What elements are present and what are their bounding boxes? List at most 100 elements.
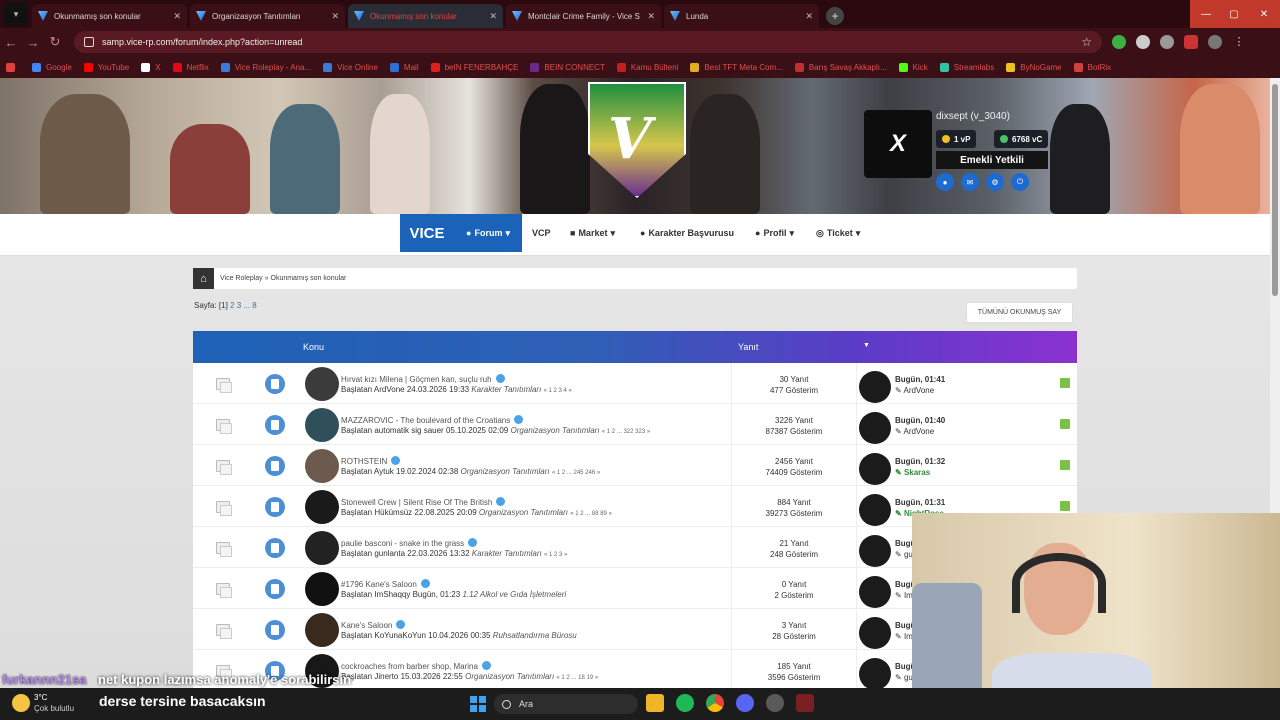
bookmark-star-icon[interactable]: ☆	[1081, 35, 1092, 49]
user-avatar[interactable]: X	[864, 110, 932, 178]
topic-title[interactable]: cockroaches from barber shop, Marina	[341, 661, 491, 671]
bookmark[interactable]: Vice Online	[323, 62, 378, 72]
topic-title[interactable]: #1796 Kane's Saloon	[341, 579, 430, 589]
site-info-icon[interactable]	[84, 37, 94, 47]
logout-power-icon[interactable]: ⏻	[1011, 173, 1029, 191]
bookmark[interactable]: Kick	[898, 62, 928, 72]
topic-author-avatar[interactable]	[305, 613, 339, 647]
mark-all-read-button[interactable]: TÜMÜNÜ OKUNMUŞ SAY	[966, 302, 1073, 323]
bookmark[interactable]: BEIN CONNECT	[530, 62, 605, 72]
topic-author-avatar[interactable]	[305, 367, 339, 401]
topic-author-avatar[interactable]	[305, 490, 339, 524]
topic-pages[interactable]: « 1 2 ... 18 19 »	[556, 675, 598, 681]
chrome-icon[interactable]	[706, 694, 724, 712]
topic-category[interactable]: Karakter Tanıtımları	[471, 385, 541, 394]
topic-category[interactable]: 1.12 Alkol ve Gıda İşletmeleri	[462, 590, 566, 599]
spotify-icon[interactable]	[676, 694, 694, 712]
notification-bell-icon[interactable]: ●	[936, 173, 954, 191]
topic-title[interactable]: ROTHSTEIN	[341, 456, 401, 466]
extension-icon[interactable]	[1160, 35, 1174, 49]
browser-tab[interactable]: Okunmamış son konular ✕	[32, 4, 187, 28]
tab-close-icon[interactable]: ✕	[489, 11, 497, 22]
topic-pages[interactable]: « 1 2 3 4 »	[544, 388, 572, 394]
topic-author-avatar[interactable]	[305, 572, 339, 606]
topic-category[interactable]: Ruhsatlandırma Bürosu	[493, 631, 577, 640]
bookmark[interactable]: Streamlabs	[939, 62, 994, 72]
nav-market[interactable]: ■ Market ▾	[570, 214, 615, 252]
bookmark[interactable]: Netflix	[172, 62, 209, 72]
profile-avatar[interactable]	[1208, 35, 1222, 49]
topic-title[interactable]: Hırvat kızı Milena | Göçmen kan, suçlu r…	[341, 374, 505, 384]
scrollbar-thumb[interactable]	[1272, 84, 1278, 296]
bookmark[interactable]: Mail	[389, 62, 419, 72]
bookmark[interactable]: Google	[32, 62, 72, 72]
column-replies[interactable]: Yanıt	[738, 342, 758, 352]
vice-logo[interactable]: VICE	[400, 214, 454, 252]
topic-row[interactable]: Hırvat kızı Milena | Göçmen kan, suçlu r…	[193, 363, 1077, 404]
windows-start-icon[interactable]	[470, 696, 486, 712]
tab-close-icon[interactable]: ✕	[331, 11, 339, 22]
taskbar-search[interactable]: Ara	[494, 694, 638, 714]
nav-profil[interactable]: ● Profil ▾	[755, 214, 794, 252]
last-poster[interactable]: ✎ ArdVone	[895, 385, 945, 396]
bookmark[interactable]: ByNoGame	[1006, 62, 1062, 72]
settings-gear-icon[interactable]: ⚙	[986, 173, 1004, 191]
topic-category[interactable]: Karakter Tanıtımları	[472, 549, 542, 558]
column-topic[interactable]: Konu	[303, 342, 324, 352]
extension-icon[interactable]	[1184, 35, 1198, 49]
topic-title[interactable]: MAZZAROVIC - The boulevard of the Croati…	[341, 415, 524, 425]
topic-pages[interactable]: « 1 2 ... 322 323 »	[602, 429, 650, 435]
bookmark[interactable]: Best TFT Meta Com...	[690, 62, 783, 72]
nav-karakter-basvurusu[interactable]: ● Karakter Başvurusu	[640, 214, 734, 252]
topic-title[interactable]: Stonewell Crew | Silent Rise Of The Brit…	[341, 497, 506, 507]
last-poster-avatar[interactable]	[859, 535, 891, 567]
browser-tab[interactable]: Montclair Crime Family - Vice S ✕	[506, 4, 661, 28]
discord-icon[interactable]	[736, 694, 754, 712]
topic-title[interactable]: paulie basconi - snake in the grass	[341, 538, 478, 548]
topic-category[interactable]: Organizasyon Tanıtımları	[510, 426, 599, 435]
browser-tab[interactable]: Organizasyon Tanıtımları ✕	[190, 4, 345, 28]
tab-close-icon[interactable]: ✕	[805, 11, 813, 22]
browser-tab[interactable]: Lunda ✕	[664, 4, 819, 28]
tab-close-icon[interactable]: ✕	[173, 11, 181, 22]
last-poster-avatar[interactable]	[859, 658, 891, 688]
last-poster-avatar[interactable]	[859, 371, 891, 403]
topic-category[interactable]: Organizasyon Tanıtımları	[465, 672, 554, 681]
topic-pages[interactable]: « 1 2 ... 245 246 »	[552, 470, 600, 476]
username[interactable]: dixsept (v_3040)	[936, 111, 1010, 122]
topic-author-avatar[interactable]	[305, 408, 339, 442]
tab-search-icon[interactable]: ▾	[4, 2, 28, 26]
bookmark[interactable]: Kamu Bülteni	[616, 62, 678, 72]
close-window-icon[interactable]: ✕	[1248, 0, 1280, 28]
tab-close-icon[interactable]: ✕	[647, 11, 655, 22]
topic-row[interactable]: MAZZAROVIC - The boulevard of the Croati…	[193, 404, 1077, 445]
topic-pages[interactable]: « 1 2 3 »	[544, 552, 567, 558]
bookmark[interactable]: Barış Savaş Akkaplı...	[794, 62, 887, 72]
last-poster-avatar[interactable]	[859, 494, 891, 526]
home-icon[interactable]: ⌂	[193, 268, 214, 289]
weather-cloud-icon[interactable]	[12, 694, 30, 712]
topic-author-avatar[interactable]	[305, 449, 339, 483]
bookmark[interactable]: beIN FENERBAHÇE	[430, 62, 518, 72]
nav-ticket[interactable]: ◎ Ticket ▾	[816, 214, 860, 252]
apps-icon[interactable]	[6, 62, 20, 72]
topic-category[interactable]: Organizasyon Tanıtımları	[461, 467, 550, 476]
menu-icon[interactable]: ⋮	[1232, 35, 1246, 49]
last-poster-avatar[interactable]	[859, 412, 891, 444]
maximize-icon[interactable]: ▢	[1218, 0, 1250, 28]
page-links[interactable]: 2 3 ... 8	[230, 301, 257, 310]
breadcrumb-root[interactable]: Vice Roleplay	[220, 275, 263, 282]
go-to-last-post-icon[interactable]	[1060, 378, 1070, 388]
last-poster-avatar[interactable]	[859, 617, 891, 649]
go-to-last-post-icon[interactable]	[1060, 419, 1070, 429]
back-icon[interactable]: ←	[0, 31, 22, 53]
last-poster-avatar[interactable]	[859, 453, 891, 485]
messages-envelope-icon[interactable]: ✉	[961, 173, 979, 191]
extension-icon[interactable]	[1136, 35, 1150, 49]
nav-forum[interactable]: ● Forum ▾	[454, 214, 522, 252]
bookmark[interactable]: X	[141, 62, 161, 72]
topic-title[interactable]: Kane's Saloon	[341, 620, 406, 630]
topic-category[interactable]: Organizasyon Tanıtımları	[479, 508, 568, 517]
new-tab-button[interactable]: +	[826, 7, 844, 25]
topic-pages[interactable]: « 1 2 ... 88 89 »	[570, 511, 612, 517]
